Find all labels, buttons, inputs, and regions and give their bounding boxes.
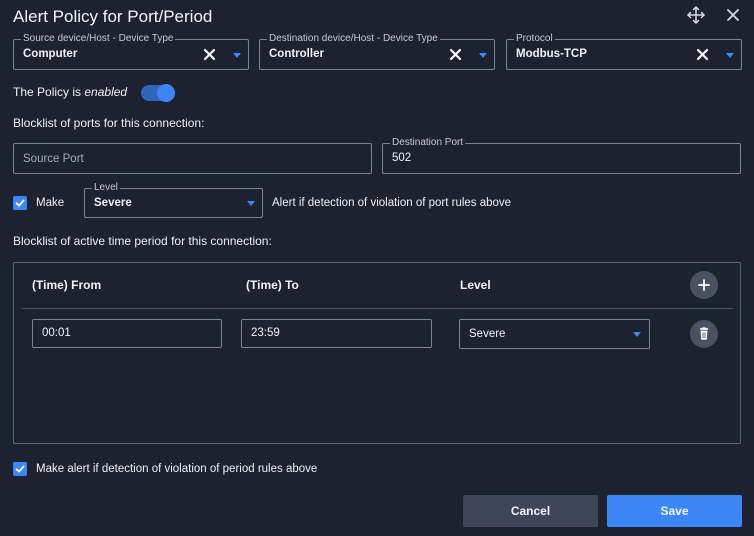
destination-device-legend: Destination device/Host - Device Type	[267, 33, 440, 45]
column-header-from: (Time) From	[32, 278, 102, 292]
protocol-value: Modbus-TCP	[516, 48, 587, 60]
port-level-value: Severe	[94, 197, 132, 209]
policy-state: enabled	[84, 85, 128, 99]
checkmark-icon	[15, 199, 25, 207]
cancel-button[interactable]: Cancel	[463, 495, 598, 527]
make-label: Make	[36, 197, 65, 209]
column-header-to: (Time) To	[246, 278, 299, 292]
policy-prefix: The Policy is	[13, 85, 82, 99]
plus-icon	[698, 279, 710, 291]
period-alert-label: Make alert if detection of violation of …	[36, 463, 318, 475]
destination-port-value: 502	[392, 152, 412, 164]
clear-x-icon[interactable]	[449, 48, 462, 61]
protocol-legend: Protocol	[514, 33, 555, 45]
period-from-input[interactable]: 00:01	[32, 319, 222, 348]
policy-status-label: The Policy is enabled	[13, 85, 127, 99]
periods-table	[13, 262, 741, 444]
source-port-placeholder: Source Port	[23, 153, 84, 165]
toggle-knob	[157, 84, 175, 102]
source-device-value: Computer	[23, 48, 78, 60]
destination-device-value: Controller	[269, 48, 324, 60]
destination-port-input[interactable]: Destination Port 502	[382, 137, 741, 174]
close-icon[interactable]	[724, 6, 742, 24]
checkmark-icon	[15, 465, 25, 473]
add-period-button[interactable]	[690, 271, 718, 299]
protocol-select[interactable]: Protocol Modbus-TCP	[506, 33, 742, 70]
port-level-select[interactable]: Level Severe	[84, 182, 263, 218]
clear-x-icon[interactable]	[203, 48, 216, 61]
ports-section-label: Blocklist of ports for this connection:	[13, 116, 205, 130]
destination-device-select[interactable]: Destination device/Host - Device Type Co…	[259, 33, 495, 70]
period-level-value: Severe	[469, 328, 506, 340]
move-arrows-icon[interactable]	[686, 5, 706, 25]
table-header-divider	[22, 308, 733, 309]
caret-down-icon[interactable]	[726, 53, 734, 58]
source-device-legend: Source device/Host - Device Type	[21, 33, 176, 45]
port-alert-checkbox[interactable]	[13, 196, 27, 210]
policy-enabled-toggle[interactable]	[141, 84, 175, 102]
period-alert-checkbox[interactable]	[13, 462, 27, 476]
source-device-select[interactable]: Source device/Host - Device Type Compute…	[13, 33, 249, 70]
save-button[interactable]: Save	[607, 495, 742, 527]
caret-down-icon[interactable]	[233, 53, 241, 58]
clear-x-icon[interactable]	[696, 48, 709, 61]
column-header-level: Level	[460, 278, 491, 292]
port-level-legend: Level	[92, 182, 120, 194]
periods-section-label: Blocklist of active time period for this…	[13, 234, 272, 248]
destination-port-legend: Destination Port	[390, 137, 466, 149]
source-port-input[interactable]: Source Port	[13, 143, 372, 174]
dialog-title: Alert Policy for Port/Period	[13, 7, 213, 26]
caret-down-icon[interactable]	[633, 332, 641, 337]
port-alert-text: Alert if detection of violation of port …	[272, 197, 512, 209]
caret-down-icon[interactable]	[247, 201, 255, 206]
trash-icon	[700, 327, 708, 340]
period-to-input[interactable]: 23:59	[241, 319, 432, 348]
caret-down-icon[interactable]	[479, 53, 487, 58]
period-to-value: 23:59	[251, 327, 280, 339]
period-from-value: 00:01	[42, 327, 71, 339]
delete-period-button[interactable]	[690, 320, 718, 348]
period-level-select[interactable]: Severe	[459, 319, 650, 349]
